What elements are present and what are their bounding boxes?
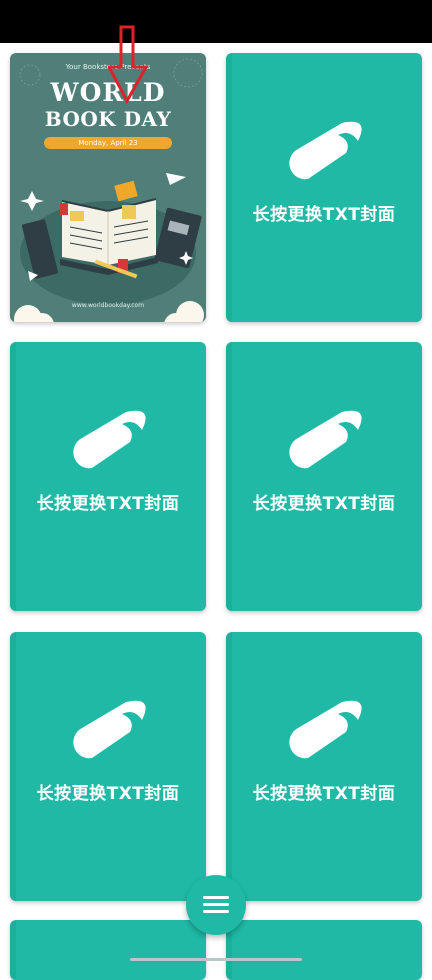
cover-label: 长按更换TXT封面 [252,784,396,804]
annotation-arrow-icon [108,25,149,105]
cover-spine [226,632,232,901]
cover-title-line2: BOOK DAY [44,107,172,131]
book-cover-placeholder[interactable]: 长按更换TXT封面 [226,53,422,322]
book-cover-placeholder[interactable]: 长按更换TXT封面 [226,632,422,901]
cover-label: 长按更换TXT封面 [36,784,180,804]
book-cover-placeholder[interactable]: 长按更换TXT封面 [226,342,422,611]
menu-button[interactable] [186,875,246,935]
book-icon [289,700,362,759]
cover-spine [226,53,232,322]
cover-date: Monday, April 23 [44,137,172,149]
cover-website: www.worldbookday.com [71,302,145,309]
book-cover-placeholder[interactable] [226,920,422,980]
book-icon [289,410,362,469]
cover-spine [226,342,232,611]
status-bar [0,0,432,43]
cover-label: 长按更换TXT封面 [252,205,396,225]
cover-spine [10,920,16,980]
book-icon [73,410,146,469]
cover-label: 长按更换TXT封面 [252,494,396,514]
book-cover-placeholder[interactable]: 长按更换TXT封面 [10,342,206,611]
book-cover-placeholder[interactable] [10,920,206,980]
book-icon [73,700,146,759]
cover-label: 长按更换TXT封面 [36,494,180,514]
book-icon [289,121,362,180]
cover-spine [10,342,16,611]
book-cover-placeholder[interactable]: 长按更换TXT封面 [10,632,206,901]
home-indicator[interactable] [130,958,302,961]
cover-spine [10,632,16,901]
